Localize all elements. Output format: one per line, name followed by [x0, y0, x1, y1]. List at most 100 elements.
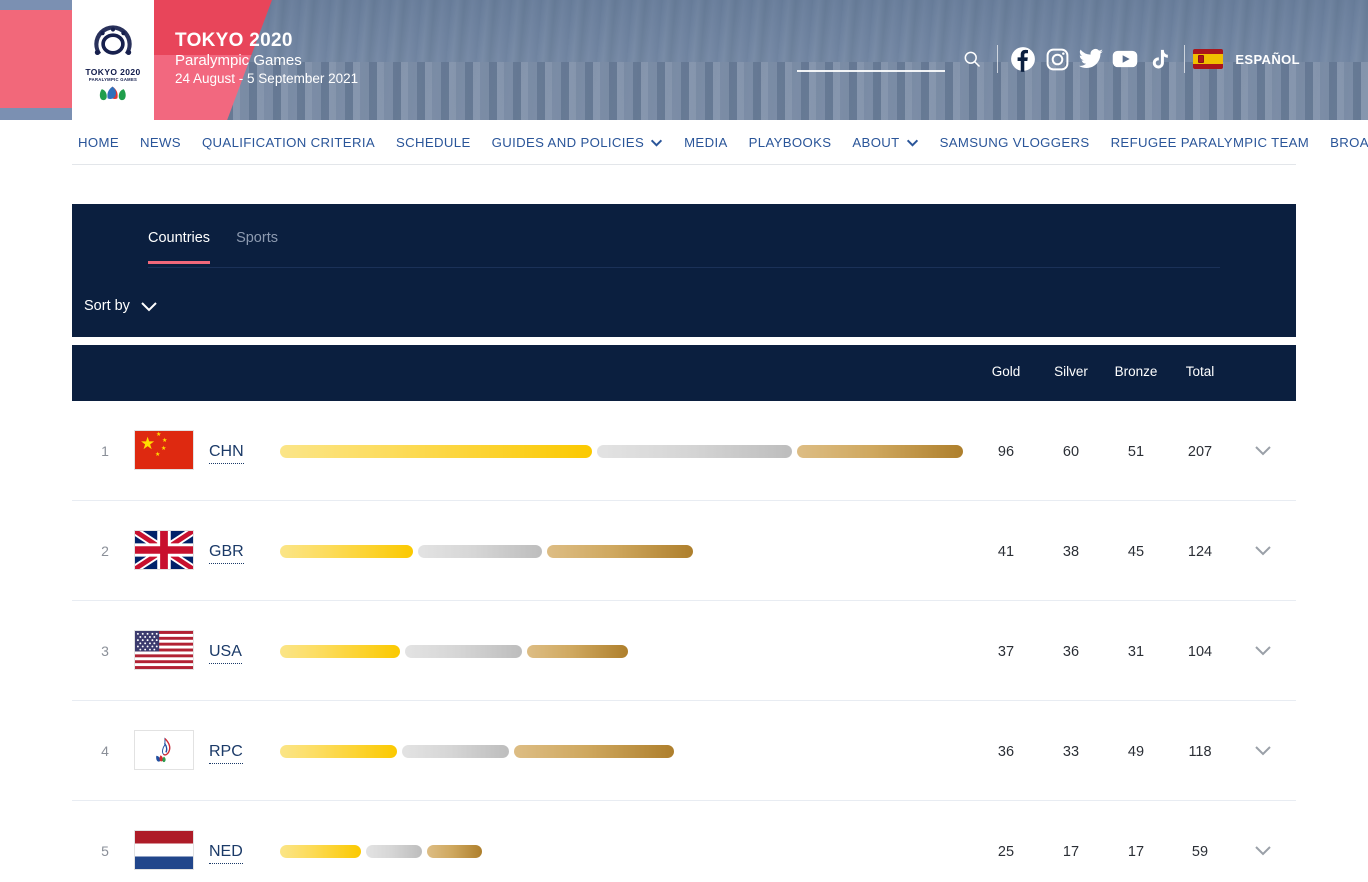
- hero-games-dates: 24 August - 5 September 2021: [175, 70, 358, 88]
- search-input[interactable]: [797, 42, 945, 72]
- site-hero-banner: TOKYO 2020 PARALYMPIC GAMES TOKYO 2020 P…: [0, 0, 1368, 120]
- medal-table-panel: Countries Sports Sort by: [72, 204, 1296, 337]
- tiktok-icon[interactable]: [1142, 42, 1176, 76]
- tabs-divider: [148, 267, 1220, 268]
- main-navigation: HOME NEWS QUALIFICATION CRITERIA SCHEDULE GU…: [0, 120, 1368, 165]
- nav-item-label: NEWS: [140, 135, 181, 150]
- tokyo2020-logo[interactable]: TOKYO 2020 PARALYMPIC GAMES: [72, 0, 154, 120]
- chevron-down-icon: [906, 139, 919, 147]
- hero-games-subtitle: Paralympic Games: [175, 52, 358, 70]
- expand-row-chevron-down-icon[interactable]: [1254, 543, 1272, 561]
- nav-item-label: MEDIA: [684, 135, 728, 150]
- search-icon[interactable]: [955, 42, 989, 76]
- country-code-link[interactable]: RPC: [209, 743, 243, 764]
- sort-by-label: Sort by: [84, 298, 130, 314]
- bronze-medal-bar: [514, 745, 673, 758]
- medal-table-header: GoldSilverBronzeTotal: [72, 345, 1296, 401]
- country-flag: [134, 630, 194, 670]
- gold-medal-bar: [280, 545, 413, 558]
- medal-bar-group: [280, 545, 693, 558]
- agitos-paralympic-icon: [96, 85, 130, 101]
- twitter-icon[interactable]: [1074, 42, 1108, 76]
- nav-item-guides-and-policies[interactable]: GUIDES AND POLICIES: [492, 135, 663, 150]
- country-code-link[interactable]: USA: [209, 643, 242, 664]
- country-flag: ★★★★★: [134, 430, 194, 470]
- tab-countries[interactable]: Countries: [148, 230, 210, 264]
- nav-item-playbooks[interactable]: PLAYBOOKS: [749, 135, 832, 150]
- chevron-down-icon: [140, 301, 158, 312]
- bronze-medal-bar: [427, 845, 482, 858]
- row-rank: 4: [95, 743, 115, 759]
- utility-divider-1: [997, 45, 998, 73]
- medal-bar-group: [280, 445, 963, 458]
- expand-row-chevron-down-icon[interactable]: [1254, 743, 1272, 761]
- nav-item-schedule[interactable]: SCHEDULE: [396, 135, 471, 150]
- flag-china: ★★★★★: [135, 431, 193, 469]
- nav-item-refugee-paralympic-team[interactable]: REFUGEE PARALYMPIC TEAM: [1111, 135, 1310, 150]
- nav-item-label: PLAYBOOKS: [749, 135, 832, 150]
- nav-item-label: SCHEDULE: [396, 135, 471, 150]
- silver-medal-bar: [597, 445, 792, 458]
- hero-utility-bar: ESPAÑOL: [797, 42, 1300, 76]
- medal-table-body: 1★★★★★CHN9660512072GBR4138451243USA37363…: [72, 401, 1296, 882]
- table-row[interactable]: 1★★★★★CHN966051207: [72, 401, 1296, 501]
- column-header-total: Total: [1160, 364, 1240, 379]
- table-row[interactable]: 3USA373631104: [72, 601, 1296, 701]
- expand-row-chevron-down-icon[interactable]: [1254, 443, 1272, 461]
- bronze-medal-bar: [547, 545, 693, 558]
- total-count: 124: [1160, 544, 1240, 560]
- nav-item-media[interactable]: MEDIA: [684, 135, 728, 150]
- row-rank: 5: [95, 843, 115, 859]
- country-flag: [134, 530, 194, 570]
- country-flag: [134, 730, 194, 770]
- nav-item-about[interactable]: ABOUT: [852, 135, 918, 150]
- row-rank: 2: [95, 543, 115, 559]
- medal-table-tabs: Countries Sports: [148, 230, 278, 264]
- nav-item-samsung-vloggers[interactable]: SAMSUNG VLOGGERS: [940, 135, 1090, 150]
- country-flag: [134, 830, 194, 870]
- silver-medal-bar: [366, 845, 421, 858]
- medal-bar-group: [280, 645, 628, 658]
- medal-bar-group: [280, 745, 674, 758]
- silver-medal-bar: [402, 745, 509, 758]
- flag-netherlands: [135, 831, 193, 869]
- nav-item-label: ABOUT: [852, 135, 899, 150]
- spain-flag-icon[interactable]: [1193, 49, 1223, 69]
- gold-medal-bar: [280, 445, 592, 458]
- sort-by-control[interactable]: Sort by: [84, 298, 158, 314]
- table-row[interactable]: 4RPC363349118: [72, 701, 1296, 801]
- expand-row-chevron-down-icon[interactable]: [1254, 843, 1272, 861]
- country-code-link[interactable]: NED: [209, 843, 243, 864]
- nav-item-label: GUIDES AND POLICIES: [492, 135, 644, 150]
- hero-left-strip-bottom: [0, 108, 72, 120]
- hero-title-block: TOKYO 2020 Paralympic Games 24 August - …: [175, 30, 358, 88]
- country-code-link[interactable]: CHN: [209, 443, 244, 464]
- nav-item-qualification-criteria[interactable]: QUALIFICATION CRITERIA: [202, 135, 375, 150]
- nav-item-broadcast[interactable]: BROADCAST: [1330, 135, 1368, 150]
- nav-item-news[interactable]: NEWS: [140, 135, 181, 150]
- row-rank: 3: [95, 643, 115, 659]
- table-row[interactable]: 2GBR413845124: [72, 501, 1296, 601]
- expand-row-chevron-down-icon[interactable]: [1254, 643, 1272, 661]
- gold-medal-bar: [280, 845, 361, 858]
- table-row[interactable]: 5NED25171759: [72, 801, 1296, 882]
- hero-left-pink-block: [0, 10, 72, 108]
- bronze-medal-bar: [527, 645, 628, 658]
- nav-item-home[interactable]: HOME: [78, 135, 119, 150]
- tokyo2020-emblem-icon: [87, 20, 139, 66]
- flag-great-britain: [135, 531, 193, 569]
- instagram-icon[interactable]: [1040, 42, 1074, 76]
- country-code-link[interactable]: GBR: [209, 543, 244, 564]
- search-field-wrap: [797, 42, 945, 76]
- nav-item-label: HOME: [78, 135, 119, 150]
- flag-rpc: [135, 731, 193, 769]
- tab-sports[interactable]: Sports: [236, 230, 278, 264]
- facebook-icon[interactable]: [1006, 42, 1040, 76]
- chevron-down-icon: [650, 139, 663, 147]
- tokyo2020-logo-text: TOKYO 2020: [85, 67, 140, 77]
- silver-medal-bar: [405, 645, 522, 658]
- youtube-icon[interactable]: [1108, 42, 1142, 76]
- total-count: 118: [1160, 744, 1240, 760]
- language-selector[interactable]: ESPAÑOL: [1235, 52, 1300, 67]
- total-count: 207: [1160, 444, 1240, 460]
